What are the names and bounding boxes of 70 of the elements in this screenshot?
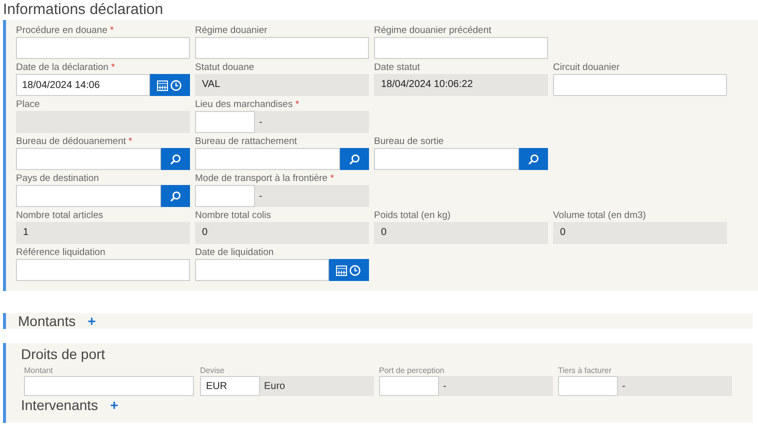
lookup-field[interactable] bbox=[16, 148, 161, 170]
field-label: Nombre total articles bbox=[16, 209, 104, 222]
description-text: Euro bbox=[263, 380, 286, 392]
field-label: Régime douanier bbox=[195, 24, 268, 37]
expand-button[interactable]: + bbox=[110, 398, 118, 412]
search-icon bbox=[170, 154, 181, 164]
section-title: Intervenants bbox=[21, 397, 98, 413]
input-field[interactable] bbox=[374, 37, 548, 59]
input-field[interactable] bbox=[16, 37, 190, 59]
calendar-clock-icon bbox=[336, 264, 362, 276]
search-button[interactable] bbox=[340, 148, 369, 170]
readonly-field: 18/04/2024 10:06:22 bbox=[374, 74, 548, 96]
lookup-field[interactable] bbox=[195, 148, 340, 170]
date-field[interactable] bbox=[195, 259, 329, 281]
field-label: Volume total (en dm3) bbox=[553, 209, 647, 222]
lookup-field[interactable] bbox=[374, 148, 519, 170]
search-button[interactable] bbox=[161, 185, 190, 207]
section-title: Informations déclaration bbox=[2, 0, 164, 20]
readonly-field: 0 bbox=[553, 222, 727, 244]
code-input[interactable] bbox=[195, 111, 255, 133]
readonly-field: 0 bbox=[195, 222, 369, 244]
readonly-field: 1 bbox=[16, 222, 190, 244]
field-label: Statut douane bbox=[195, 61, 256, 74]
field-label: Mode de transport à la frontière * bbox=[195, 172, 335, 185]
field-label: Nombre total colis bbox=[195, 209, 272, 222]
field-label: Circuit douanier bbox=[553, 61, 621, 74]
description-text: - bbox=[442, 380, 446, 392]
search-button[interactable] bbox=[161, 148, 190, 170]
field-label: Régime douanier précédent bbox=[374, 24, 492, 37]
field-label: Montant bbox=[24, 365, 54, 376]
search-icon bbox=[170, 190, 181, 202]
field-label: Bureau de sortie bbox=[374, 135, 445, 148]
readonly-field: VAL bbox=[195, 74, 369, 96]
field-label: Port de perception bbox=[379, 365, 446, 376]
input-field[interactable] bbox=[553, 74, 727, 96]
field-label: Procédure en douane * bbox=[16, 24, 115, 37]
field-label: Bureau de dédouanement * bbox=[16, 135, 134, 148]
description-text: - bbox=[621, 380, 626, 392]
description-text: - bbox=[258, 190, 262, 202]
description-text: - bbox=[258, 116, 262, 128]
input-field[interactable] bbox=[195, 37, 369, 59]
code-input[interactable] bbox=[558, 376, 618, 396]
field-label: Place bbox=[16, 98, 41, 111]
field-label: Tiers à facturer bbox=[558, 365, 612, 376]
expand-button[interactable]: + bbox=[88, 314, 96, 328]
field-label: Date de la déclaration * bbox=[16, 61, 116, 74]
search-icon bbox=[528, 154, 539, 164]
field-label: Date de liquidation bbox=[195, 246, 275, 259]
code-input[interactable] bbox=[195, 185, 255, 207]
field-label: Référence liquidation bbox=[16, 246, 106, 259]
calendar-button[interactable] bbox=[329, 259, 369, 281]
calendar-button[interactable] bbox=[150, 74, 190, 96]
field-label: Poids total (en kg) bbox=[374, 209, 452, 222]
readonly-field: 0 bbox=[374, 222, 548, 244]
date-field[interactable]: 18/04/2024 14:06 bbox=[16, 74, 150, 96]
input-field[interactable] bbox=[16, 259, 190, 281]
section-title: Droits de port bbox=[21, 346, 106, 364]
section-title: Montants bbox=[18, 313, 76, 329]
lookup-field[interactable] bbox=[16, 185, 161, 207]
field-label: Pays de destination bbox=[16, 172, 100, 185]
search-button[interactable] bbox=[519, 148, 548, 170]
input-field[interactable] bbox=[24, 376, 194, 396]
code-input[interactable]: EUR bbox=[200, 376, 260, 396]
calendar-clock-icon bbox=[157, 80, 183, 90]
field-label: Lieu des marchandises * bbox=[195, 98, 300, 111]
field-label: Bureau de rattachement bbox=[195, 135, 298, 148]
field-label: Devise bbox=[200, 365, 226, 376]
field-label: Date statut bbox=[374, 61, 421, 74]
code-input[interactable] bbox=[379, 376, 439, 396]
search-icon bbox=[349, 154, 360, 164]
